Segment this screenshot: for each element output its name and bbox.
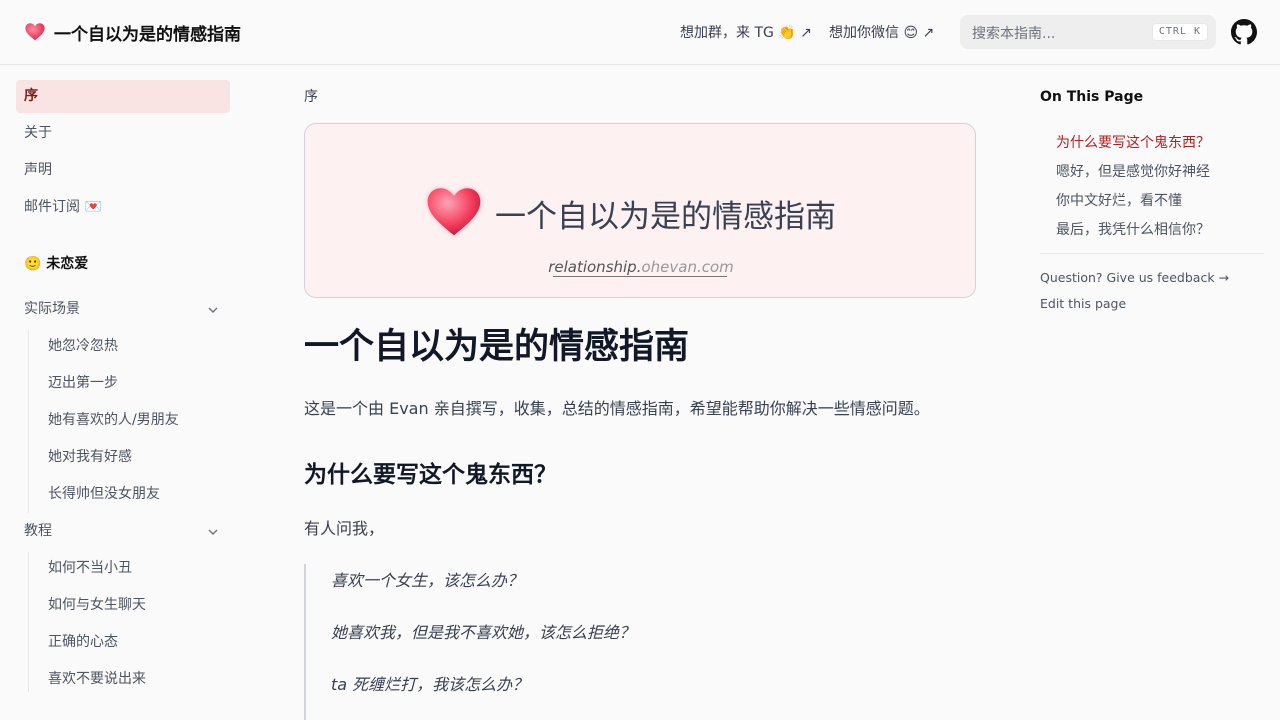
sidebar-item-first-step[interactable]: 迈出第一步 bbox=[48, 373, 118, 393]
breadcrumb: 序 bbox=[304, 89, 318, 105]
search-input[interactable]: 搜索本指南... CTRL K bbox=[960, 15, 1216, 49]
sidebar-item-subscribe[interactable]: 邮件订阅 💌 bbox=[16, 191, 230, 224]
sidebar-item-she-likes-me[interactable]: 她对我有好感 bbox=[48, 447, 132, 467]
banner-title: 一个自以为是的情感指南 bbox=[495, 199, 836, 235]
banner-url-prefix: relationship. bbox=[548, 258, 642, 276]
feedback-link[interactable]: Question? Give us feedback → bbox=[1040, 270, 1229, 285]
sidebar-section-title: 🙂 未恋爱 bbox=[24, 256, 89, 272]
top-navbar: 一个自以为是的情感指南 想加群，来 TG 👏 ↗ 想加你微信 😊 ↗ 搜索本指南… bbox=[0, 0, 1280, 65]
sidebar-subtree-line bbox=[28, 330, 29, 513]
sidebar-group-label: 教程 bbox=[24, 523, 52, 539]
sidebar-subtree-line bbox=[28, 552, 29, 692]
chevron-down-icon bbox=[208, 529, 218, 535]
sidebar-item-chatting[interactable]: 如何与女生聊天 bbox=[48, 595, 146, 615]
blockquote-line: ta 死缠烂打，我该怎么办？ bbox=[331, 675, 529, 694]
sidebar-item-dont-confess[interactable]: 喜欢不要说出来 bbox=[48, 669, 146, 689]
toc-item[interactable]: 最后，我凭什么相信你？ bbox=[1056, 219, 1210, 239]
toc-item[interactable]: 你中文好烂，看不懂 bbox=[1056, 190, 1182, 210]
site-title: 一个自以为是的情感指南 bbox=[54, 24, 241, 45]
sidebar-group-tutorials[interactable]: 教程 bbox=[16, 515, 230, 548]
sidebar-group-scenarios[interactable]: 实际场景 bbox=[16, 293, 230, 326]
heart-icon bbox=[25, 23, 45, 41]
sidebar-item-not-clown[interactable]: 如何不当小丑 bbox=[48, 558, 132, 578]
intro-paragraph: 这是一个由 Evan 亲自撰写，收集，总结的情感指南，希望能帮助你解决一些情感问… bbox=[304, 399, 930, 418]
sidebar-item-hot-cold[interactable]: 她忽冷忽热 bbox=[48, 336, 118, 356]
sidebar: 序 关于 声明 邮件订阅 💌 🙂 未恋爱 实际场景 她忽冷忽热 迈出第一步 她有… bbox=[0, 65, 240, 720]
banner-url-underline bbox=[553, 276, 727, 277]
banner-url: relationship.ohevan.com bbox=[305, 258, 975, 276]
sidebar-group-label: 实际场景 bbox=[24, 301, 80, 317]
sidebar-item-has-partner[interactable]: 她有喜欢的人/男朋友 bbox=[48, 410, 179, 430]
toc-divider bbox=[1040, 253, 1264, 254]
hero-banner-image: 一个自以为是的情感指南 relationship.ohevan.com bbox=[304, 123, 976, 298]
sidebar-item-handsome-single[interactable]: 长得帅但没女朋友 bbox=[48, 484, 160, 504]
search-shortcut-kbd: CTRL K bbox=[1151, 23, 1208, 41]
edit-page-link[interactable]: Edit this page bbox=[1040, 296, 1126, 311]
site-logo-link[interactable]: 一个自以为是的情感指南 bbox=[24, 19, 241, 45]
section-heading: 为什么要写这个鬼东西？ bbox=[304, 462, 557, 488]
chevron-down-icon bbox=[208, 307, 218, 313]
toc-item[interactable]: 嗯好，但是感觉你好神经 bbox=[1056, 161, 1210, 181]
blockquote-line: 她喜欢我，但是我不喜欢她，该怎么拒绝？ bbox=[331, 623, 636, 642]
sidebar-item-disclaimer[interactable]: 声明 bbox=[16, 154, 230, 187]
sidebar-item-about[interactable]: 关于 bbox=[16, 117, 230, 150]
toc-title: On This Page bbox=[1040, 89, 1144, 105]
heart-icon bbox=[426, 187, 482, 237]
banner-url-suffix: ohevan.com bbox=[641, 258, 734, 276]
sidebar-item-preface[interactable]: 序 bbox=[16, 80, 230, 113]
page-title: 一个自以为是的情感指南 bbox=[304, 327, 690, 367]
blockquote-line: 喜欢一个女生，该怎么办？ bbox=[331, 571, 524, 590]
toc-item[interactable]: 为什么要写这个鬼东西？ bbox=[1056, 132, 1210, 152]
blockquote-border bbox=[304, 564, 306, 720]
telegram-group-link[interactable]: 想加群，来 TG 👏 ↗ bbox=[680, 22, 812, 42]
github-icon[interactable] bbox=[1231, 19, 1257, 45]
sidebar-item-mindset[interactable]: 正确的心态 bbox=[48, 632, 118, 652]
wechat-link[interactable]: 想加你微信 😊 ↗ bbox=[829, 22, 934, 42]
search-placeholder: 搜索本指南... bbox=[972, 26, 1056, 42]
paragraph: 有人问我， bbox=[304, 519, 385, 538]
